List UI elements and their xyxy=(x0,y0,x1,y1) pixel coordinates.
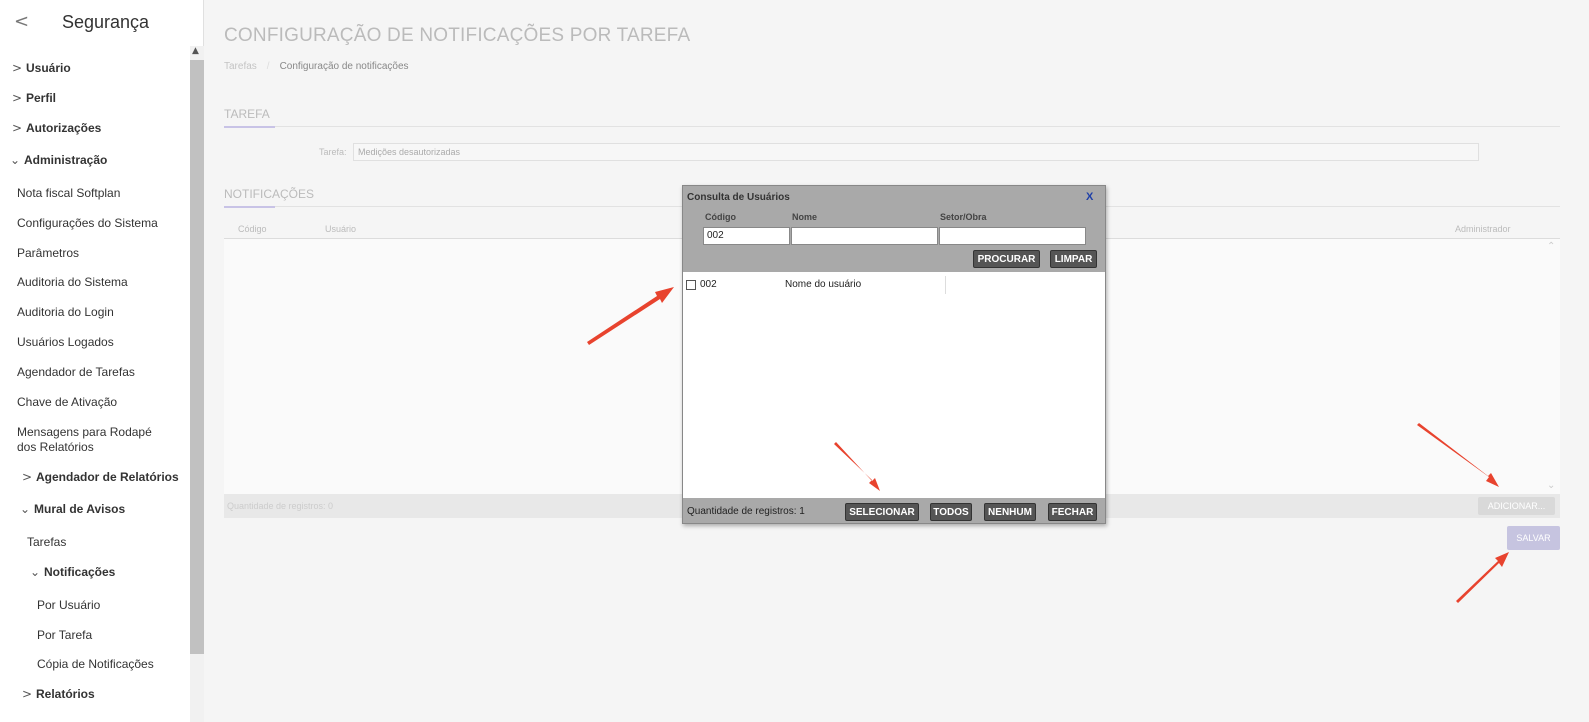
sidebar-item-usuarios-logados[interactable]: Usuários Logados xyxy=(17,335,114,349)
sidebar-item-por-tarefa[interactable]: Por Tarefa xyxy=(37,628,92,642)
fechar-button[interactable]: FECHAR xyxy=(1048,503,1097,521)
sidebar-item-label: Usuário xyxy=(26,61,71,75)
add-button[interactable]: ADICIONAR... xyxy=(1478,497,1555,515)
chevron-down-icon: ⌄ xyxy=(10,153,21,167)
section-divider xyxy=(224,126,1560,127)
breadcrumb-item-tarefas[interactable]: Tarefas xyxy=(224,61,257,72)
chevron-right-icon: > xyxy=(12,61,23,75)
dialog-title: Consulta de Usuários xyxy=(687,192,790,203)
page-title: CONFIGURAÇÃO DE NOTIFICAÇÕES POR TAREFA xyxy=(224,25,691,46)
breadcrumb-separator: / xyxy=(266,61,270,72)
todos-button[interactable]: TODOS xyxy=(930,503,972,521)
sidebar-item-mural-avisos[interactable]: ⌄ Mural de Avisos xyxy=(20,502,125,516)
section-accent xyxy=(224,206,275,208)
sidebar-item-administracao[interactable]: ⌄ Administração xyxy=(10,153,107,167)
dialog-titlebar: Consulta de Usuários X xyxy=(683,186,1105,208)
table-row[interactable]: 002 Nome do usuário xyxy=(683,274,1105,294)
chevron-right-icon: > xyxy=(12,91,23,105)
scrollbar-thumb[interactable] xyxy=(190,60,204,654)
column-header-codigo[interactable]: Código xyxy=(238,224,267,234)
chevron-down-icon: ⌄ xyxy=(30,565,41,579)
tarefa-field: Medições desautorizadas xyxy=(353,143,1479,161)
sidebar-item-configuracoes[interactable]: Configurações do Sistema xyxy=(17,216,158,230)
sidebar-item-auditoria-sistema[interactable]: Auditoria do Sistema xyxy=(17,275,128,289)
setor-obra-label: Setor/Obra xyxy=(940,212,987,222)
setor-obra-input[interactable] xyxy=(939,227,1086,245)
column-header-administrador[interactable]: Administrador xyxy=(1455,224,1511,234)
sidebar-item-label: Autorizações xyxy=(26,121,102,135)
sidebar: < Segurança > Usuário > Perfil > Autorizaçõ… xyxy=(0,0,204,722)
nenhum-button[interactable]: NENHUM xyxy=(984,503,1036,521)
sidebar-item-chave-ativacao[interactable]: Chave de Ativação xyxy=(17,395,117,409)
column-divider xyxy=(945,276,946,294)
limpar-button[interactable]: LIMPAR xyxy=(1050,250,1097,268)
column-header-usuario[interactable]: Usuário xyxy=(325,224,356,234)
sidebar-menu: > Usuário > Perfil > Autorizações ⌄ Administ… xyxy=(0,46,190,722)
sidebar-item-label: Perfil xyxy=(26,91,57,105)
sidebar-item-label: Notificações xyxy=(44,565,116,579)
back-chevron-icon[interactable]: < xyxy=(14,12,30,32)
section-notificacoes-label: NOTIFICAÇÕES xyxy=(224,187,315,201)
sidebar-item-autorizacoes[interactable]: > Autorizações xyxy=(12,121,101,135)
breadcrumb: Tarefas / Configuração de notificações xyxy=(224,61,409,72)
chevron-down-icon: ⌄ xyxy=(20,502,31,516)
nome-input[interactable] xyxy=(791,227,938,245)
sidebar-item-label: Agendador de Relatórios xyxy=(36,470,179,484)
sidebar-item-por-usuario[interactable]: Por Usuário xyxy=(37,598,100,612)
sidebar-item-agendador-relatorios[interactable]: > Agendador de Relatórios xyxy=(22,470,179,484)
row-name: Nome do usuário xyxy=(785,279,862,290)
procurar-button[interactable]: PROCURAR xyxy=(973,250,1040,268)
sidebar-item-label: Relatórios xyxy=(36,687,95,701)
sidebar-item-copia-notificacoes[interactable]: Cópia de Notificações xyxy=(37,657,154,671)
codigo-label: Código xyxy=(705,212,736,222)
row-checkbox[interactable] xyxy=(686,280,696,290)
sidebar-item-label: Administração xyxy=(24,153,108,167)
section-tarefa-label: TAREFA xyxy=(224,107,270,121)
sidebar-item-parametros[interactable]: Parâmetros xyxy=(17,246,79,260)
save-button[interactable]: SALVAR xyxy=(1507,526,1560,550)
sidebar-item-mensagens-rodape[interactable]: Mensagens para Rodapé xyxy=(17,425,152,439)
results-list: 002 Nome do usuário xyxy=(683,272,1105,498)
nome-label: Nome xyxy=(792,212,818,222)
sidebar-item-notificacoes[interactable]: ⌄ Notificações xyxy=(30,565,115,579)
scroll-down-icon[interactable]: ⌄ xyxy=(1547,480,1555,491)
breadcrumb-item-current: Configuração de notificações xyxy=(279,61,409,72)
selecionar-button[interactable]: SELECIONAR xyxy=(845,503,919,521)
row-code: 002 xyxy=(700,279,717,290)
sidebar-header: < Segurança xyxy=(0,0,203,46)
scroll-up-icon[interactable]: ⌃ xyxy=(1547,241,1555,252)
chevron-right-icon: > xyxy=(12,121,23,135)
section-accent xyxy=(224,126,275,128)
sidebar-scrollbar[interactable]: ▲ xyxy=(190,46,204,722)
sidebar-item-usuario[interactable]: > Usuário xyxy=(12,61,71,75)
chevron-right-icon: > xyxy=(22,470,33,484)
sidebar-item-tarefas[interactable]: Tarefas xyxy=(27,535,66,549)
scroll-up-icon[interactable]: ▲ xyxy=(192,46,199,56)
tarefa-field-label: Tarefa: xyxy=(319,147,347,157)
sidebar-item-agendador-tarefas[interactable]: Agendador de Tarefas xyxy=(17,365,135,379)
sidebar-item-mensagens-rodape-line2[interactable]: dos Relatórios xyxy=(17,440,94,454)
sidebar-title: Segurança xyxy=(62,12,150,32)
sidebar-item-label: Mural de Avisos xyxy=(34,502,126,516)
close-icon[interactable]: X xyxy=(1086,191,1093,203)
records-count: Quantidade de registros: 0 xyxy=(227,501,334,511)
sidebar-item-relatorios[interactable]: > Relatórios xyxy=(22,687,95,701)
records-count: Quantidade de registros: 1 xyxy=(687,506,805,517)
sidebar-item-auditoria-login[interactable]: Auditoria do Login xyxy=(17,305,114,319)
user-search-dialog: Consulta de Usuários X Código Nome Setor… xyxy=(682,185,1106,524)
sidebar-item-perfil[interactable]: > Perfil xyxy=(12,91,56,105)
sidebar-item-nota-fiscal[interactable]: Nota fiscal Softplan xyxy=(17,186,120,200)
codigo-input[interactable]: 002 xyxy=(703,227,790,245)
chevron-right-icon: > xyxy=(22,687,33,701)
